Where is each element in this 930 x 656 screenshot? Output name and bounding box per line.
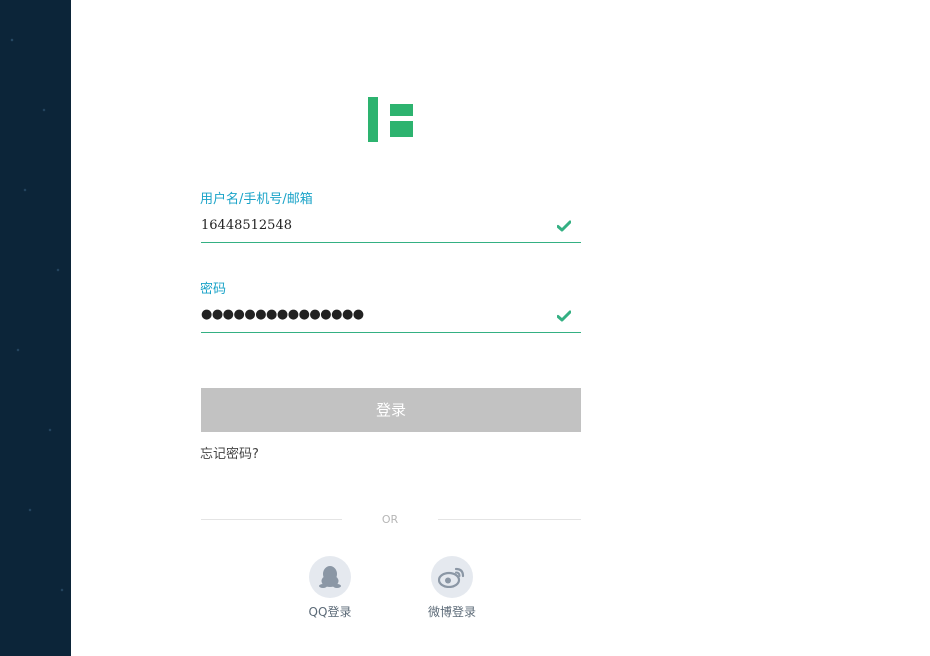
qq-login-label: QQ登录 [308,605,352,619]
or-divider-label: OR [381,513,399,526]
weibo-login-label: 微博登录 [427,605,476,619]
weibo-icon-circle [431,556,473,598]
decorative-side-panel [0,0,71,656]
weibo-icon [438,567,465,588]
qq-penguin-icon [319,566,341,588]
check-icon [557,220,571,232]
login-page: 用户名/手机号/邮箱 16448512548 密码 ●●●●●●●●●●●●●●… [0,0,930,656]
qq-icon-circle [309,556,351,598]
brand-logo-icon [368,97,414,142]
username-field[interactable]: 16448512548 [201,212,581,243]
divider-left [201,519,342,520]
username-label: 用户名/手机号/邮箱 [200,192,313,207]
username-value: 16448512548 [201,218,292,233]
weibo-login-button[interactable]: 微博登录 [412,556,492,620]
check-icon [557,310,571,322]
qq-login-button[interactable]: QQ登录 [290,556,370,620]
password-value: ●●●●●●●●●●●●●●● [201,307,364,322]
password-label: 密码 [200,282,227,297]
forgot-password-link[interactable]: 忘记密码? [200,443,259,462]
login-button[interactable]: 登录 [201,388,581,432]
password-field[interactable]: ●●●●●●●●●●●●●●● [201,302,581,333]
divider-right [438,519,581,520]
